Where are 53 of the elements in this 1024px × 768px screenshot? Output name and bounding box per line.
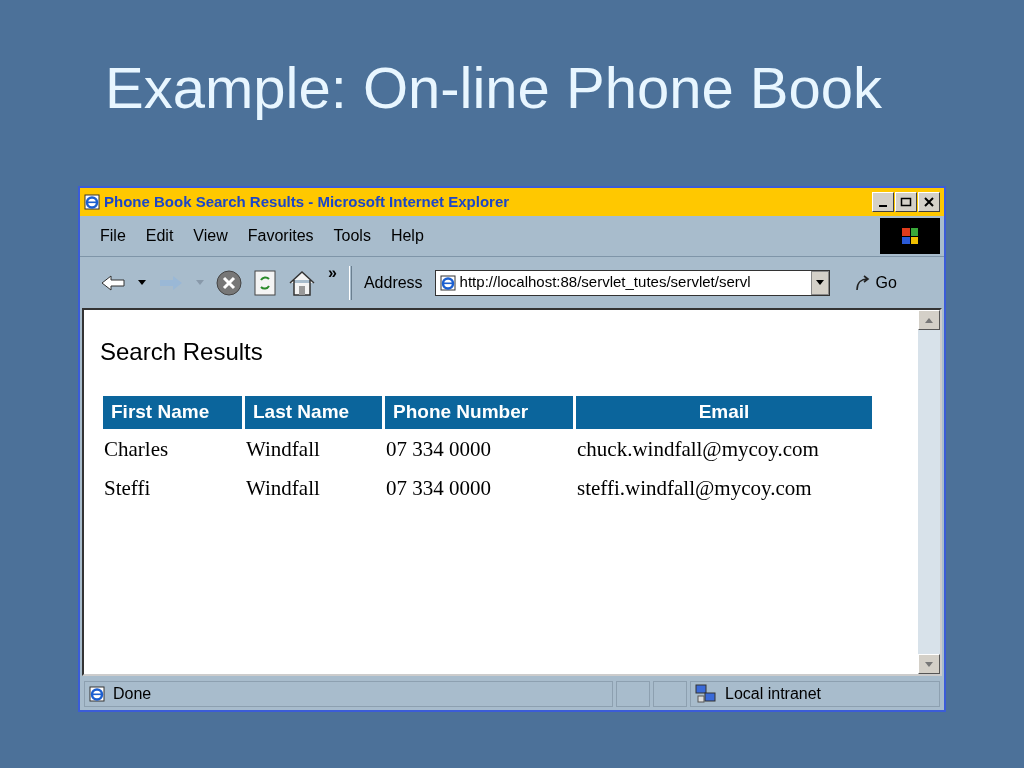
window-title: Phone Book Search Results - Microsoft Internet Explorer [104, 191, 511, 212]
table-cell-text: Steffi [103, 475, 152, 502]
stop-icon[interactable] [216, 269, 242, 296]
up-arrow-icon [925, 317, 933, 323]
minimize-icon [879, 205, 887, 207]
status-pane [653, 681, 687, 707]
table-cell-text: 07 334 0000 [385, 435, 492, 463]
toolbar-overflow-chevron[interactable]: » [328, 261, 337, 285]
caret-icon [815, 280, 824, 285]
network-computers-icon [695, 684, 717, 704]
scroll-up-button[interactable] [918, 310, 940, 330]
address-label: Address [363, 272, 423, 293]
column-header: Email [576, 396, 872, 429]
dropdown-caret-icon[interactable] [138, 280, 146, 285]
menu-item[interactable]: File [100, 224, 126, 248]
address-text: http://localhost:88/servlet_tutes/servlet/servl [459, 272, 752, 293]
down-arrow-icon [925, 661, 933, 667]
go-button[interactable]: Go [853, 270, 897, 295]
menu-item[interactable]: Edit [145, 224, 174, 248]
browser-logo-icon [84, 194, 100, 210]
table-cell-text: Windfall [245, 435, 321, 463]
close-button[interactable] [918, 192, 940, 212]
menu-item[interactable]: Tools [333, 224, 371, 248]
dropdown-button[interactable] [810, 270, 829, 295]
maximize-icon [900, 197, 912, 207]
refresh-icon[interactable] [254, 269, 276, 296]
column-header: Phone Number [385, 396, 573, 429]
address-field[interactable]: http://localhost:88/servlet_tutes/servlet/servl [434, 269, 830, 296]
home-icon[interactable] [288, 269, 316, 296]
security-zone-text: Local intranet [725, 684, 822, 704]
page-icon [89, 686, 105, 702]
table-cell-text: Charles [103, 435, 170, 463]
windows-logo-icon [880, 218, 940, 254]
page-icon [439, 274, 456, 291]
vertical-scrollbar[interactable] [918, 310, 940, 674]
minimize-button[interactable] [872, 192, 894, 212]
table-cell-text: 07 334 0000 [385, 475, 492, 502]
back-arrow-icon[interactable] [100, 273, 126, 292]
column-header: First Name [103, 396, 242, 429]
table-cell-text: Windfall [245, 475, 321, 502]
close-icon [923, 197, 935, 207]
curved-arrow-icon [853, 273, 872, 292]
column-header: Last Name [245, 396, 382, 429]
page-heading: Search Results [100, 337, 264, 367]
menu-item[interactable]: Favorites [247, 224, 314, 248]
menu-item[interactable]: Help [390, 224, 424, 248]
status-text: Done [113, 684, 152, 704]
status-pane [616, 681, 650, 707]
table-cell-text: steffi.windfall@mycoy.com [576, 475, 813, 502]
scroll-down-button[interactable] [918, 654, 940, 674]
menu-item[interactable]: View [193, 224, 228, 248]
table-cell-text: chuck.windfall@mycoy.com [576, 435, 820, 463]
maximize-button[interactable] [895, 192, 917, 212]
